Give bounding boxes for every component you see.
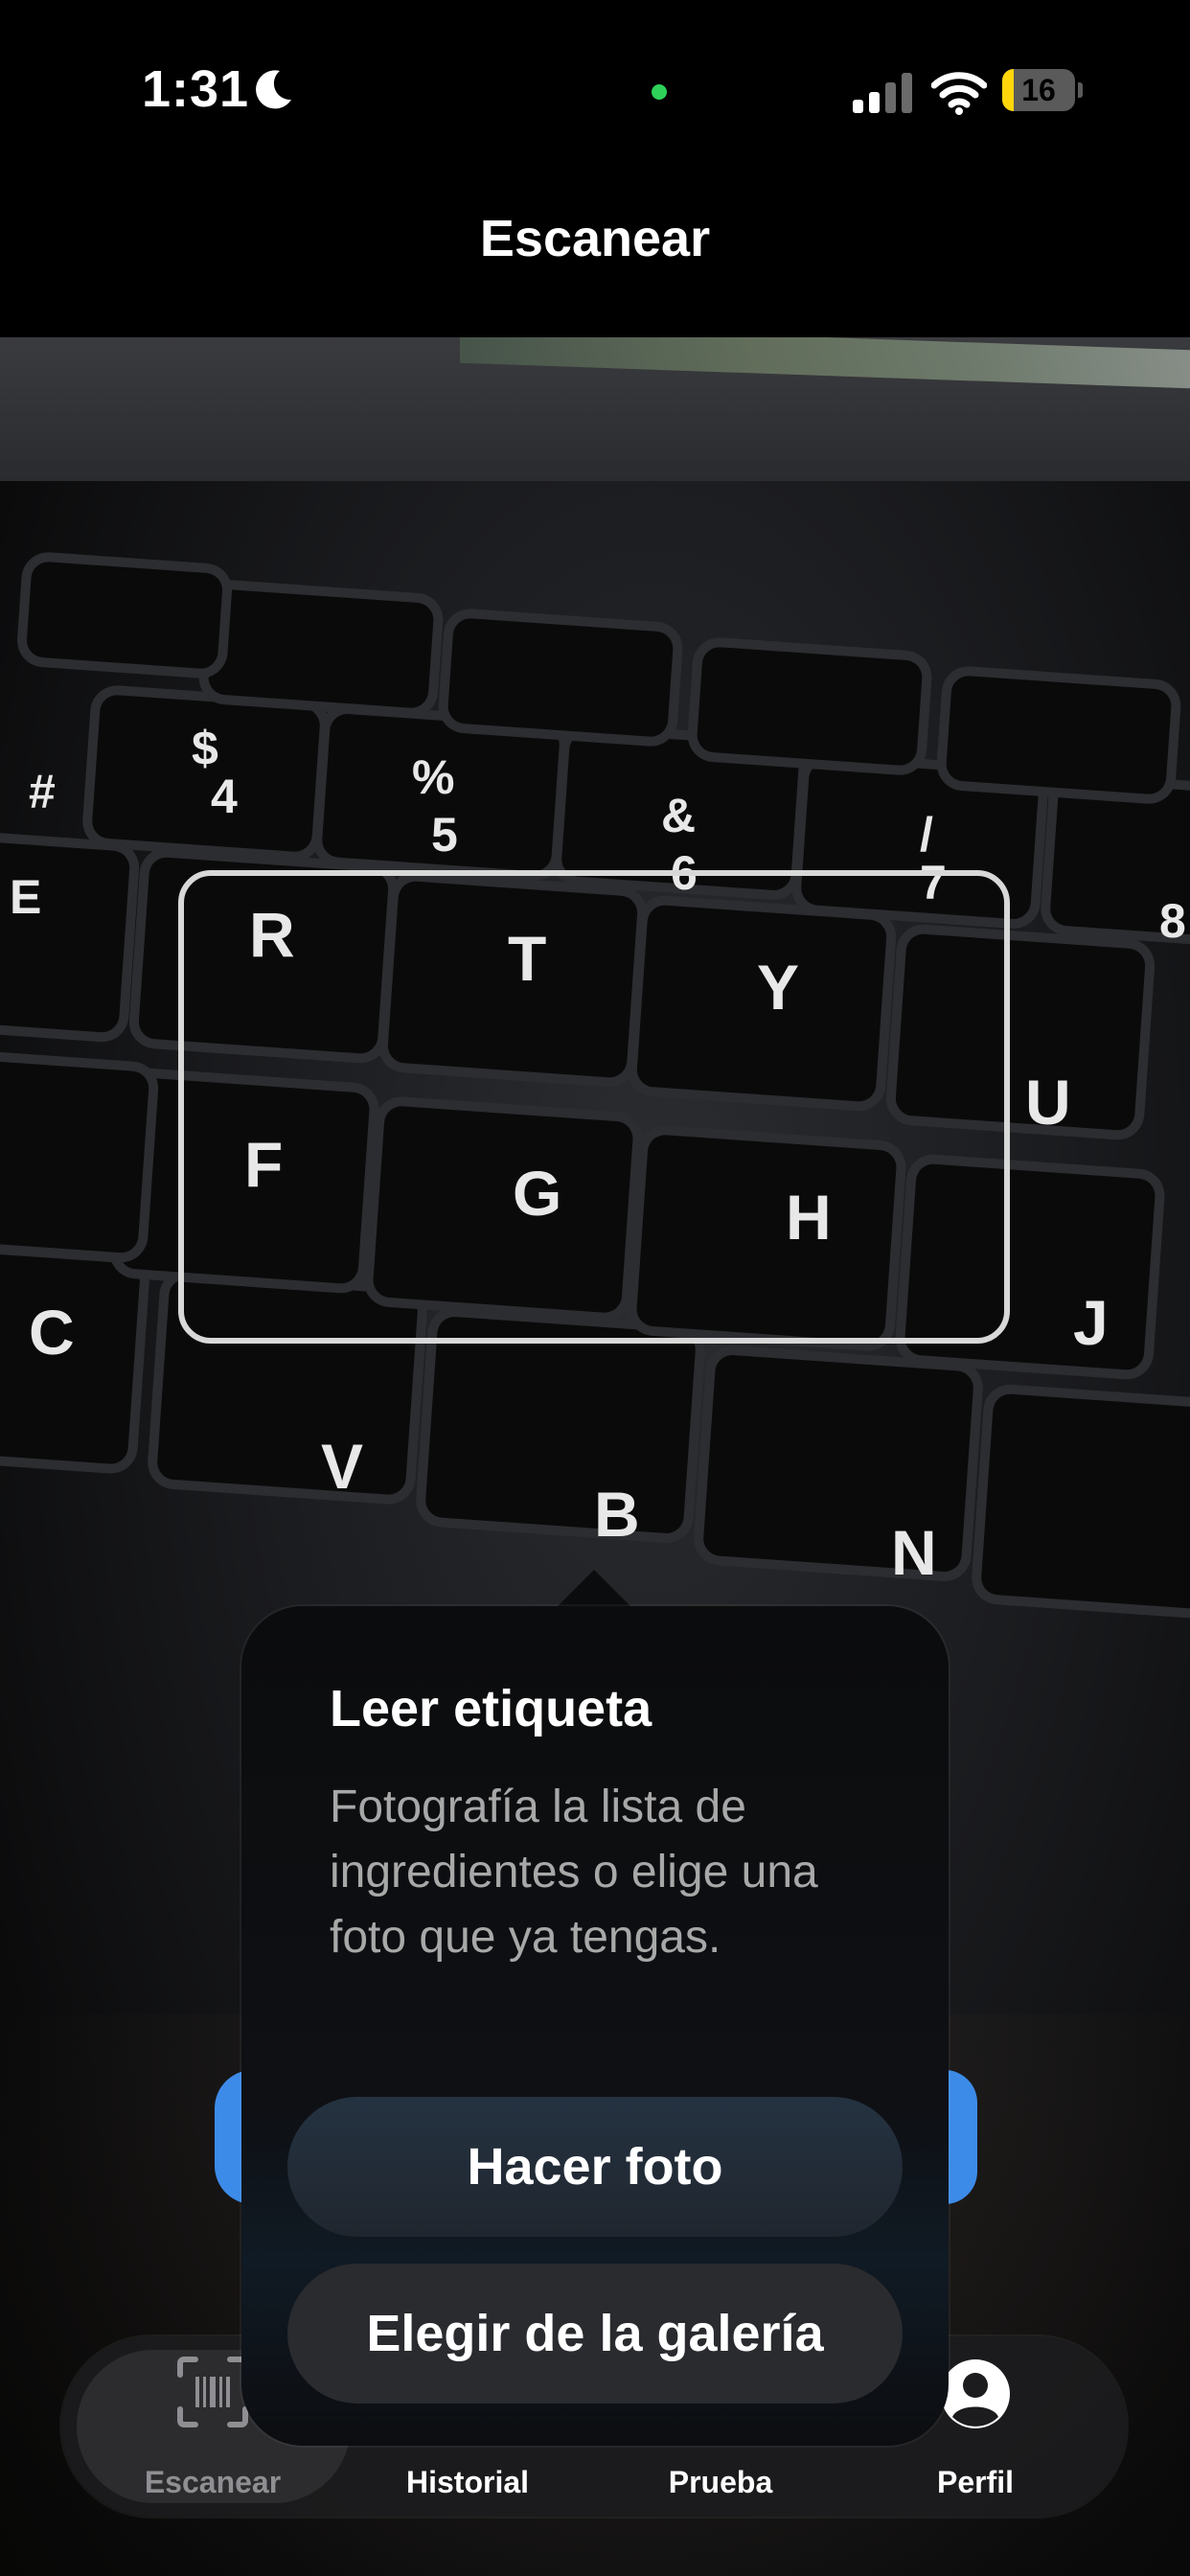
keyboard-key <box>424 1315 697 1535</box>
profile-icon <box>941 2359 1010 2428</box>
key-label: 4 <box>211 770 238 823</box>
keyboard-key <box>945 675 1173 795</box>
key-label: E <box>10 870 42 924</box>
keyboard-key <box>207 588 435 709</box>
keyboard-key <box>696 646 924 767</box>
key-label: B <box>594 1479 640 1550</box>
popover-description: Fotografía la lista de ingredientes o el… <box>330 1782 818 1963</box>
cellular-signal-icon <box>853 73 912 113</box>
battery-level-text: 16 <box>1021 73 1056 107</box>
key-label: N <box>891 1517 937 1588</box>
status-bar: 1:31 16 <box>0 0 1190 182</box>
popover-title: Leer etiqueta <box>330 1680 652 1737</box>
moon-icon <box>256 70 291 109</box>
battery-indicator: 16 <box>1002 69 1083 113</box>
key-label: V <box>321 1431 364 1502</box>
tab-label: Perfil <box>936 2465 1015 2499</box>
camera-in-use-indicator <box>652 84 667 100</box>
key-label: U <box>1025 1067 1071 1138</box>
scan-action-button-edge[interactable] <box>945 2070 977 2204</box>
key-label: J <box>1073 1287 1109 1358</box>
status-time: 1:31 <box>142 60 250 118</box>
keyboard-key <box>446 617 675 738</box>
barcode-scan-icon <box>177 2357 248 2427</box>
key-label: 8 <box>1159 894 1186 948</box>
choose-from-gallery-button[interactable]: Elegir de la galería <box>287 2264 903 2404</box>
popover-arrow <box>556 1570 632 1608</box>
key-label: # <box>29 765 56 818</box>
tab-label: Escanear <box>144 2465 282 2499</box>
tab-label: Prueba <box>668 2465 773 2499</box>
wifi-icon <box>931 72 987 115</box>
tab-label: Historial <box>405 2465 530 2499</box>
key-label: & <box>661 789 697 842</box>
take-photo-button[interactable]: Hacer foto <box>287 2097 903 2237</box>
key-label: C <box>29 1297 75 1368</box>
keyboard-key <box>979 1392 1190 1611</box>
keyboard-key <box>25 561 224 670</box>
key-label: % <box>412 750 455 804</box>
page-title: Escanear <box>479 210 711 267</box>
keyboard-key <box>0 1059 150 1254</box>
scan-frame <box>178 870 1010 1344</box>
key-label: 5 <box>431 808 458 862</box>
